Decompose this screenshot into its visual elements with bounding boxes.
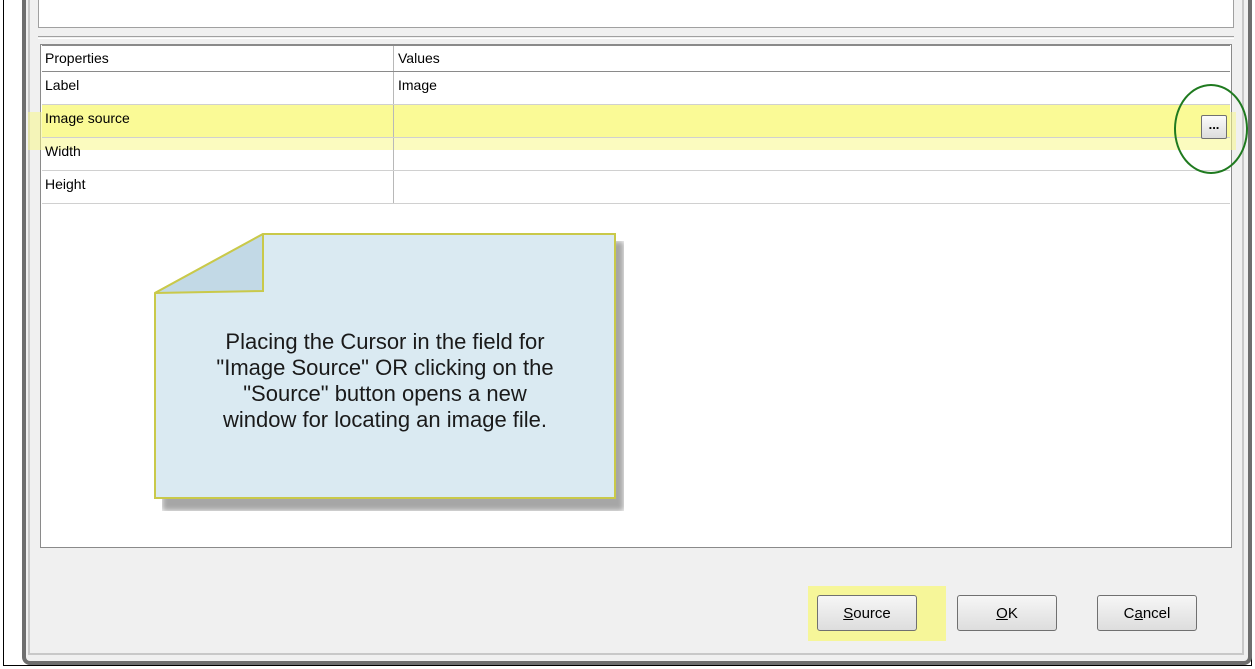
cancel-button[interactable]: Ca ncel: [1097, 595, 1197, 631]
grid-header-row: Properties Values: [42, 44, 1230, 72]
ok-accel: O: [996, 604, 1008, 622]
value-height[interactable]: [394, 171, 1230, 203]
cancel-pre: C: [1123, 604, 1135, 622]
value-image-source[interactable]: [394, 105, 1230, 137]
property-width: Width: [42, 138, 394, 170]
value-label[interactable]: Image: [394, 72, 1230, 104]
table-row[interactable]: Height: [42, 171, 1230, 204]
table-row[interactable]: Width: [42, 138, 1230, 171]
note-text: Placing the Cursor in the field for "Ima…: [154, 329, 616, 433]
callout-circle: [1174, 84, 1248, 174]
ok-rest: K: [1007, 604, 1018, 622]
note-line: "Image Source" OR clicking on the: [216, 355, 554, 380]
header-properties[interactable]: Properties: [42, 46, 394, 71]
property-grid: Properties Values Label Image Image sour…: [42, 44, 1230, 204]
note-line: Placing the Cursor in the field for: [225, 329, 545, 354]
property-height: Height: [42, 171, 394, 203]
property-image-source: Image source: [42, 105, 394, 137]
note-fold: [154, 233, 264, 294]
note-line: window for locating an image file.: [222, 407, 548, 432]
top-text-area[interactable]: [38, 0, 1234, 28]
header-values[interactable]: Values: [394, 46, 1230, 71]
value-width[interactable]: [394, 138, 1230, 170]
source-accel: S: [843, 604, 854, 622]
note-line: "Source" button opens a new: [243, 381, 527, 406]
table-row[interactable]: Image source: [42, 105, 1230, 138]
divider: [38, 36, 1234, 39]
ok-button[interactable]: OK: [957, 595, 1057, 631]
source-rest: ource: [853, 604, 891, 622]
property-label: Label: [42, 72, 394, 104]
table-row[interactable]: Label Image: [42, 72, 1230, 105]
cancel-rest: ncel: [1142, 604, 1171, 622]
callout-note: Placing the Cursor in the field for "Ima…: [154, 233, 616, 499]
cancel-accel: a: [1134, 604, 1143, 622]
source-button[interactable]: Source: [817, 595, 917, 631]
